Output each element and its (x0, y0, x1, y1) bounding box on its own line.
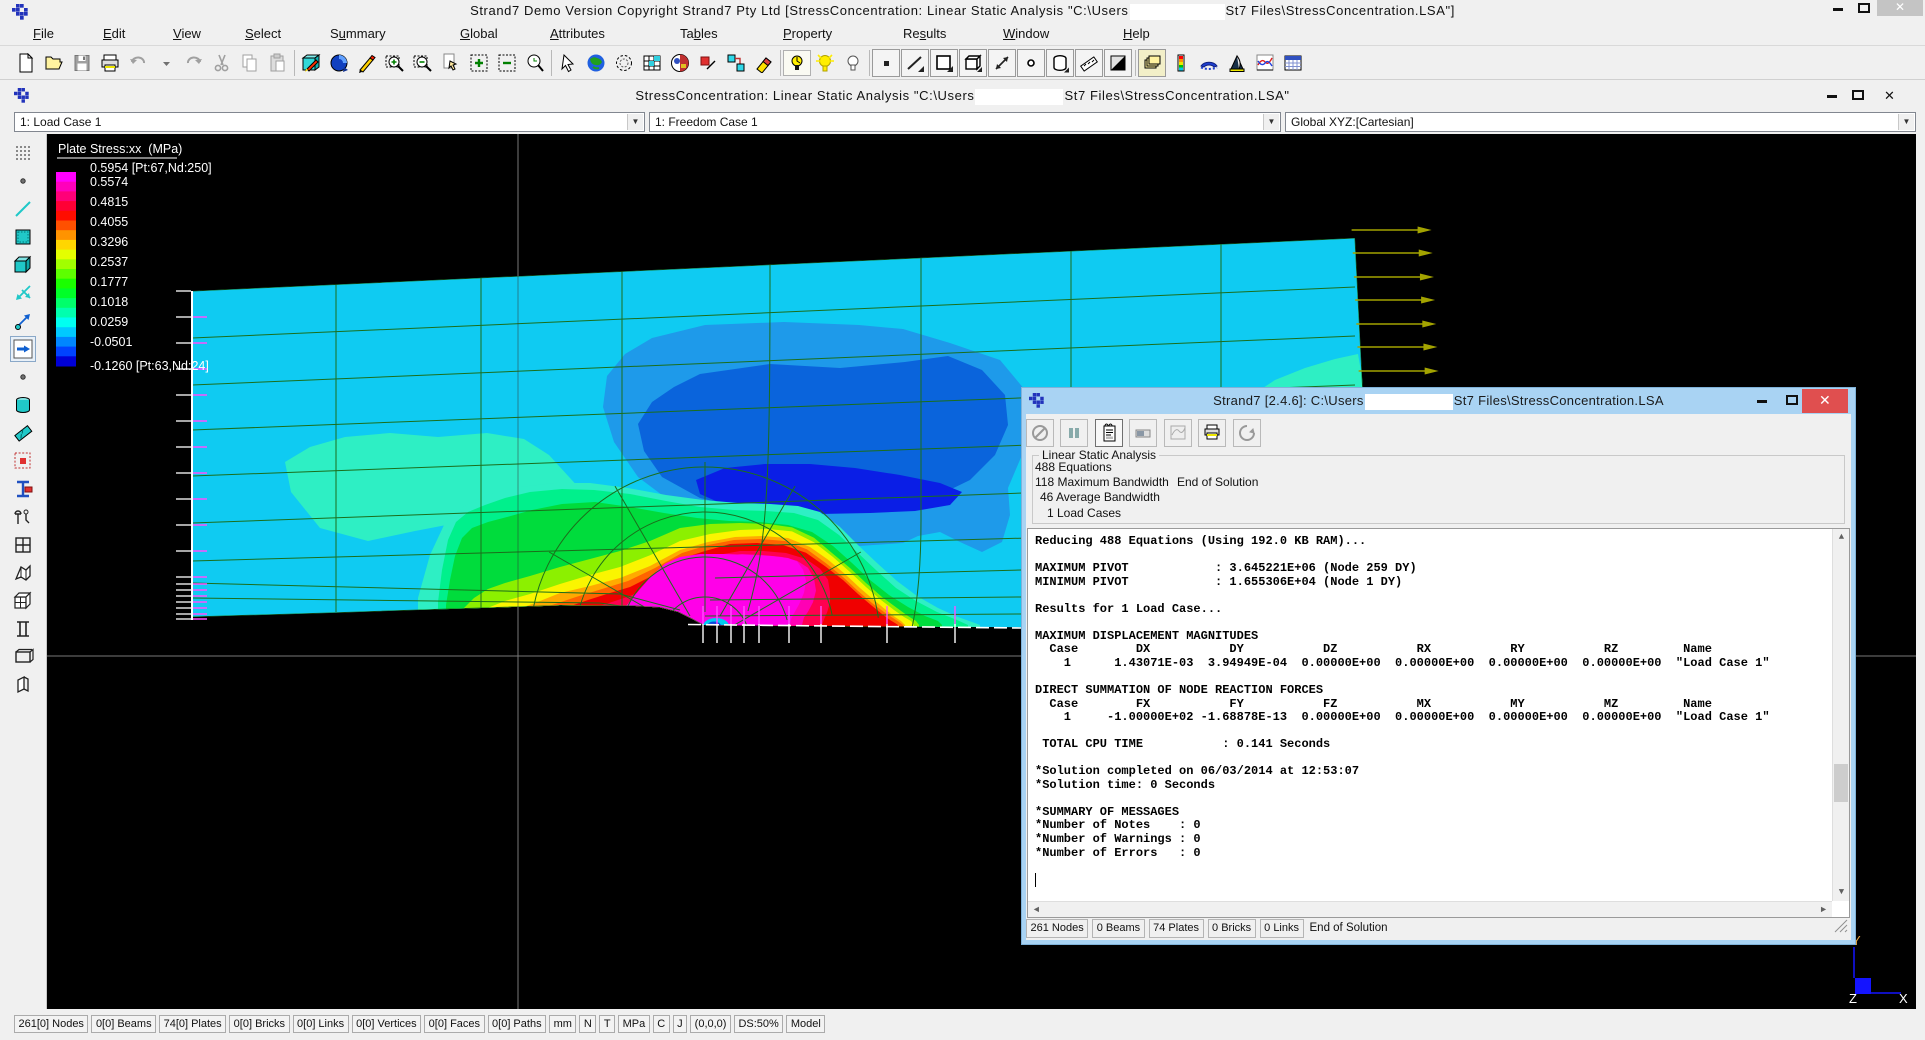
svg-text:0.4055: 0.4055 (90, 215, 128, 229)
svg-text:-0.0501: -0.0501 (90, 335, 132, 349)
svg-text:X: X (1899, 991, 1908, 1006)
svg-text:0.4815: 0.4815 (90, 195, 128, 209)
svg-text:Z: Z (1849, 991, 1857, 1006)
svg-text:0.1018: 0.1018 (90, 295, 128, 309)
svg-text:0.2537: 0.2537 (90, 255, 128, 269)
svg-text:0.0259: 0.0259 (90, 315, 128, 329)
svg-text:Plate Stress:xx (MPa): Plate Stress:xx (MPa) (58, 142, 182, 156)
svg-text:-0.1260 [Pt:63,Nd:24]: -0.1260 [Pt:63,Nd:24] (90, 359, 209, 373)
svg-text:0.5954 [Pt:67,Nd:250]: 0.5954 [Pt:67,Nd:250] (90, 161, 212, 175)
svg-text:0.1777: 0.1777 (90, 275, 128, 289)
svg-text:0.3296: 0.3296 (90, 235, 128, 249)
svg-text:0.5574: 0.5574 (90, 175, 128, 189)
